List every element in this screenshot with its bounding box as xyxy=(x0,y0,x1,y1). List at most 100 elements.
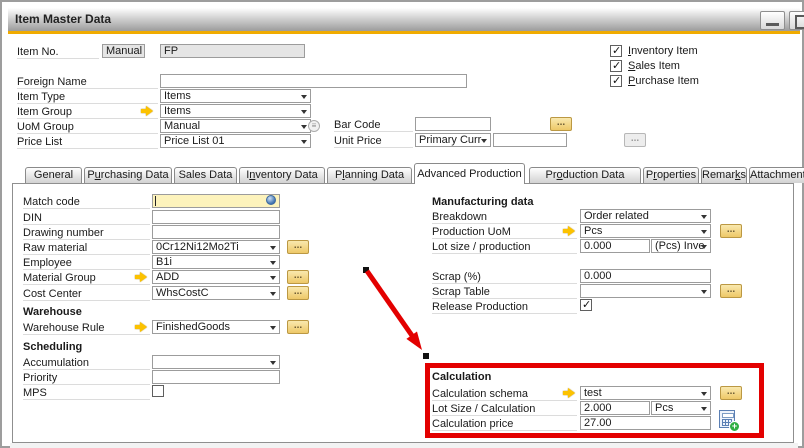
item-no-label: Item No. xyxy=(17,46,99,59)
breakdown-label: Breakdown xyxy=(432,211,577,224)
lot-size-production-uom-combo[interactable]: (Pcs) Inve xyxy=(651,239,711,253)
manufacturing-data-section-header: Manufacturing data xyxy=(432,196,533,208)
scrap-table-label: Scrap Table xyxy=(432,286,577,299)
maximize-button[interactable] xyxy=(789,11,804,30)
calculation-price-field[interactable]: 27.00 xyxy=(580,416,711,430)
item-group-combo[interactable]: Items xyxy=(160,104,311,118)
warehouse-rule-label: Warehouse Rule xyxy=(23,322,150,335)
uom-group-combo[interactable]: Manual xyxy=(160,119,311,133)
calculation-section-header: Calculation xyxy=(432,371,491,383)
currency-combo[interactable]: Primary Curr xyxy=(415,133,491,147)
tab-planning-data[interactable]: Planning Data xyxy=(327,167,412,183)
lot-size-production-field[interactable]: 0.000 xyxy=(580,239,650,253)
purchase-item-label: Purchase Item xyxy=(628,75,699,87)
warehouse-rule-combo[interactable]: FinishedGoods xyxy=(152,320,280,334)
priority-label: Priority xyxy=(23,372,150,385)
tab-remarks[interactable]: Remarks xyxy=(701,167,747,183)
raw-material-browse-button[interactable]: ... xyxy=(287,240,309,254)
lot-size-production-label: Lot size / production xyxy=(432,241,577,254)
lot-size-calculation-uom-combo[interactable]: Pcs xyxy=(651,401,711,415)
bar-code-field[interactable] xyxy=(415,117,491,131)
item-no-field[interactable]: FP xyxy=(160,44,305,58)
employee-combo[interactable]: B1i xyxy=(152,255,280,269)
tab-attachments[interactable]: Attachments xyxy=(749,167,804,183)
item-master-data-window: Item Master Data Item No. Manual FP Inve… xyxy=(0,0,804,448)
production-uom-browse-button[interactable]: ... xyxy=(720,224,742,238)
calculation-price-label: Calculation price xyxy=(432,418,577,431)
minimize-button[interactable] xyxy=(760,11,785,30)
maximize-icon xyxy=(795,15,804,29)
din-label: DIN xyxy=(23,212,150,225)
tab-general[interactable]: General xyxy=(25,167,82,183)
match-code-field[interactable] xyxy=(152,194,280,208)
tab-sales-data[interactable]: Sales Data xyxy=(174,167,237,183)
scrap-percent-label: Scrap (%) xyxy=(432,271,577,284)
globe-translate-icon[interactable] xyxy=(266,195,276,205)
price-list-label: Price List xyxy=(17,136,158,149)
item-group-label: Item Group xyxy=(17,106,158,119)
calculation-schema-label: Calculation schema xyxy=(432,388,577,401)
priority-field[interactable] xyxy=(152,370,280,384)
purchase-item-checkbox[interactable] xyxy=(610,75,622,87)
item-no-series-field[interactable]: Manual xyxy=(102,44,145,58)
raw-material-label: Raw material xyxy=(23,242,150,255)
warehouse-section-header: Warehouse xyxy=(23,306,82,318)
release-production-label: Release Production xyxy=(432,301,577,314)
panel-bottom-margin xyxy=(10,443,798,448)
scrap-percent-field[interactable]: 0.000 xyxy=(580,269,711,283)
production-uom-label: Production UoM xyxy=(432,226,577,239)
mps-checkbox[interactable] xyxy=(152,385,164,397)
din-field[interactable] xyxy=(152,210,280,224)
price-list-combo[interactable]: Price List 01 xyxy=(160,134,311,148)
accumulation-label: Accumulation xyxy=(23,357,150,370)
mps-label: MPS xyxy=(23,387,150,400)
bar-code-browse-button[interactable]: ... xyxy=(550,117,572,131)
material-group-browse-button[interactable]: ... xyxy=(287,270,309,284)
material-group-combo[interactable]: ADD xyxy=(152,270,280,284)
foreign-name-label: Foreign Name xyxy=(17,76,158,89)
item-type-combo[interactable]: Items xyxy=(160,89,311,103)
warehouse-rule-link-arrow-icon[interactable] xyxy=(135,322,148,333)
window-title: Item Master Data xyxy=(15,12,111,26)
cost-center-combo[interactable]: WhsCostC xyxy=(152,286,280,300)
minimize-icon xyxy=(766,23,779,26)
lot-size-calculation-field[interactable]: 2.000 xyxy=(580,401,650,415)
tab-inventory-data[interactable]: Inventory Data xyxy=(239,167,325,183)
unit-price-field[interactable] xyxy=(493,133,567,147)
raw-material-combo[interactable]: 0Cr12Ni12Mo2Ti xyxy=(152,240,280,254)
inventory-item-checkbox[interactable] xyxy=(610,45,622,57)
uom-group-detail-icon[interactable]: ≡ xyxy=(308,120,320,132)
unit-price-label: Unit Price xyxy=(334,135,413,148)
accumulation-combo[interactable] xyxy=(152,355,280,369)
window-titlebar[interactable]: Item Master Data xyxy=(8,8,800,31)
inventory-item-label: Inventory Item xyxy=(628,45,698,57)
scheduling-section-header: Scheduling xyxy=(23,341,82,353)
calculation-schema-browse-button[interactable]: ... xyxy=(720,386,742,400)
production-uom-link-arrow-icon[interactable] xyxy=(563,226,576,237)
calculation-schema-combo[interactable]: test xyxy=(580,386,711,400)
bar-code-label: Bar Code xyxy=(334,119,413,132)
release-production-checkbox[interactable] xyxy=(580,299,592,311)
tab-purchasing-data[interactable]: Purchasing Data xyxy=(84,167,172,183)
cost-center-browse-button[interactable]: ... xyxy=(287,286,309,300)
sales-item-checkbox[interactable] xyxy=(610,60,622,72)
calculator-add-icon[interactable] xyxy=(718,410,740,432)
scrap-table-browse-button[interactable]: ... xyxy=(720,284,742,298)
sales-item-label: Sales Item xyxy=(628,60,680,72)
warehouse-rule-browse-button[interactable]: ... xyxy=(287,320,309,334)
cost-center-label: Cost Center xyxy=(23,288,150,301)
foreign-name-field[interactable] xyxy=(160,74,467,88)
material-group-link-arrow-icon[interactable] xyxy=(135,272,148,283)
lot-size-calculation-label: Lot Size / Calculation xyxy=(432,403,577,416)
uom-group-label: UoM Group xyxy=(17,121,158,134)
breakdown-combo[interactable]: Order related xyxy=(580,209,711,223)
production-uom-combo[interactable]: Pcs xyxy=(580,224,711,238)
scrap-table-combo[interactable] xyxy=(580,284,711,298)
item-group-link-arrow-icon[interactable] xyxy=(141,106,154,117)
tab-properties[interactable]: Properties xyxy=(643,167,699,183)
drawing-number-field[interactable] xyxy=(152,225,280,239)
tab-production-data[interactable]: Production Data xyxy=(529,167,641,183)
tab-advanced-production[interactable]: Advanced Production xyxy=(414,163,525,184)
unit-price-browse-button[interactable]: ... xyxy=(624,133,646,147)
calculation-schema-link-arrow-icon[interactable] xyxy=(563,388,576,399)
